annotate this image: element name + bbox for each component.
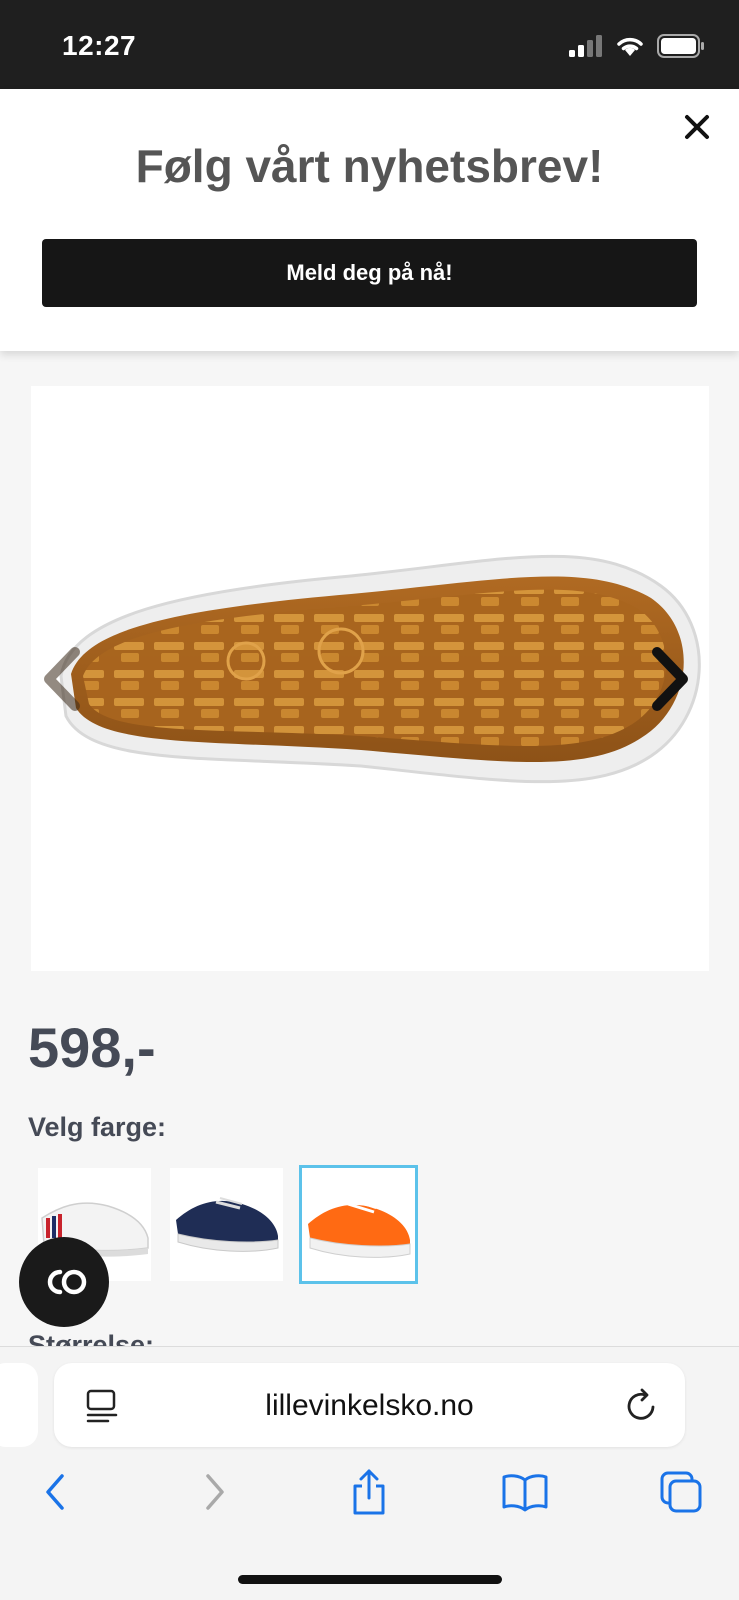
shoe-sole-image xyxy=(59,554,701,784)
chat-button[interactable] xyxy=(19,1237,109,1327)
forward-chevron-icon xyxy=(206,1474,224,1510)
forward-button[interactable] xyxy=(190,1467,240,1517)
home-indicator[interactable] xyxy=(238,1575,502,1584)
color-label: Velg farge: xyxy=(28,1112,167,1142)
newsletter-title: Følg vårt nyhetsbrev! xyxy=(135,140,604,192)
wifi-icon xyxy=(617,37,643,56)
status-time: 12:27 xyxy=(62,30,137,61)
reload-icon[interactable] xyxy=(625,1387,659,1423)
share-button[interactable] xyxy=(344,1467,394,1517)
product-image-carousel[interactable] xyxy=(31,386,709,971)
subscribe-button[interactable]: Meld deg på nå! xyxy=(42,239,697,307)
browser-bottom-bar: lillevinkelsko.no xyxy=(0,1346,739,1600)
url-text: lillevinkelsko.no xyxy=(265,1389,474,1422)
status-icons xyxy=(569,34,705,58)
status-bar: 12:27 xyxy=(0,0,739,89)
tabs-icon xyxy=(660,1471,702,1513)
color-swatch-navy[interactable] xyxy=(170,1168,283,1281)
back-chevron-icon xyxy=(46,1474,64,1510)
battery-icon xyxy=(657,34,704,58)
tabs-button[interactable] xyxy=(656,1467,706,1517)
product-price: 598,- xyxy=(28,1016,156,1079)
orange-sneaker-swatch-icon xyxy=(308,1199,411,1258)
address-bar[interactable]: lillevinkelsko.no xyxy=(54,1363,685,1447)
browser-toolbar xyxy=(0,1467,739,1527)
book-icon xyxy=(502,1474,548,1512)
size-label: Størrelse: xyxy=(28,1330,155,1346)
bookmarks-button[interactable] xyxy=(500,1467,550,1517)
newsletter-banner: Følg vårt nyhetsbrev! Meld deg på nå! xyxy=(0,89,739,351)
color-swatch-orange[interactable] xyxy=(299,1165,418,1284)
chat-logo-icon xyxy=(47,1269,87,1295)
share-icon xyxy=(353,1469,385,1515)
back-button[interactable] xyxy=(30,1467,80,1517)
chevron-left-icon[interactable] xyxy=(37,644,87,714)
cellular-signal-icon xyxy=(569,35,602,57)
navy-sneaker-swatch-icon xyxy=(176,1197,279,1252)
previous-tab-peek[interactable] xyxy=(0,1363,38,1447)
chevron-right-icon[interactable] xyxy=(645,644,695,714)
